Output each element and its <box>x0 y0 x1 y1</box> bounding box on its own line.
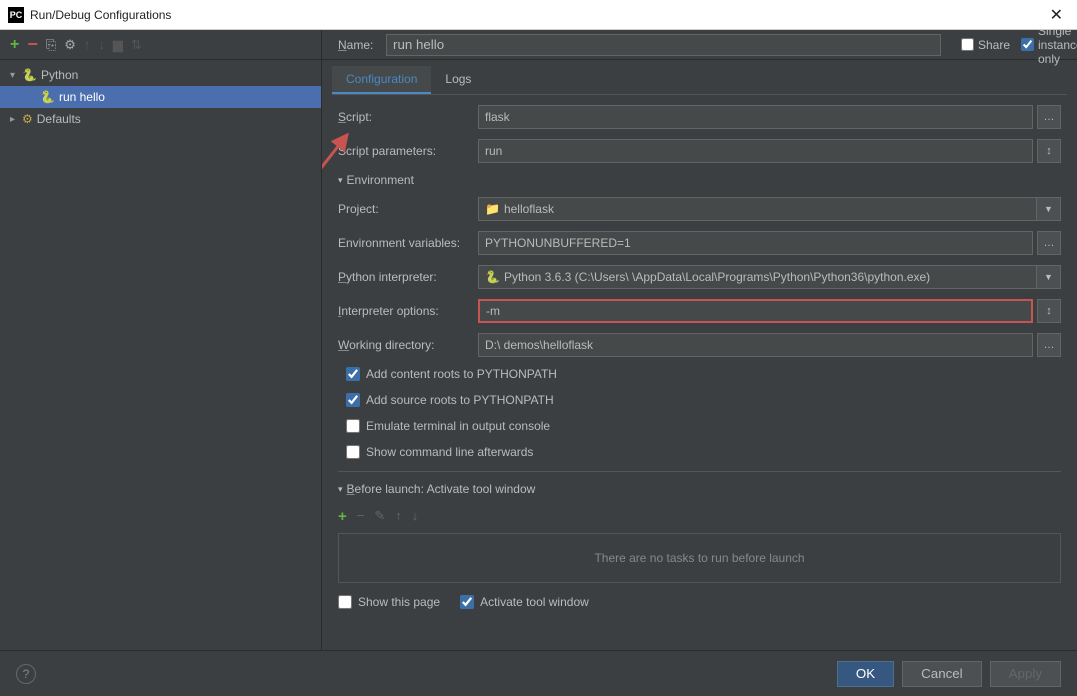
tree-node-defaults[interactable]: ▸ ⚙ Defaults <box>0 108 321 130</box>
copy-config-icon[interactable]: ⎘ <box>46 37 56 53</box>
folder-icon: 📁 <box>485 202 500 216</box>
tab-logs[interactable]: Logs <box>431 66 485 94</box>
environment-section-header[interactable]: ▾ Environment <box>338 173 1061 187</box>
interpreter-select[interactable]: 🐍Python 3.6.3 (C:\Users\ \AppData\Local\… <box>478 265 1037 289</box>
window-titlebar: PC Run/Debug Configurations ✕ <box>0 0 1077 30</box>
remove-task-button[interactable]: − <box>357 508 365 525</box>
browse-workdir-button[interactable]: … <box>1037 333 1061 357</box>
workdir-input[interactable]: D:\ demos\helloflask <box>478 333 1033 357</box>
close-icon[interactable]: ✕ <box>1044 5 1069 25</box>
script-label: Script: <box>338 110 478 124</box>
settings-icon[interactable]: ⚙︎ <box>64 37 76 53</box>
python-icon: 🐍 <box>485 270 500 284</box>
add-source-roots-checkbox[interactable] <box>346 393 360 407</box>
browse-script-button[interactable]: … <box>1037 105 1061 129</box>
python-icon: 🐍 <box>40 90 55 104</box>
interpreter-dropdown-icon[interactable]: ▼ <box>1037 265 1061 289</box>
chevron-down-icon: ▾ <box>338 484 343 495</box>
tab-configuration[interactable]: Configuration <box>332 66 431 94</box>
interpreter-label: Python interpreter: <box>338 270 478 284</box>
show-this-page-label: Show this page <box>358 595 440 609</box>
move-down-icon[interactable]: ↓ <box>98 37 105 52</box>
show-cmd-checkbox[interactable] <box>346 445 360 459</box>
move-up-icon[interactable]: ↑ <box>84 37 91 52</box>
tree-label: Defaults <box>37 112 81 126</box>
show-cmd-label: Show command line afterwards <box>366 445 533 459</box>
share-checkbox[interactable]: Share <box>961 38 1001 52</box>
project-select[interactable]: 📁helloflask <box>478 197 1037 221</box>
task-down-button[interactable]: ↓ <box>412 508 419 525</box>
project-dropdown-icon[interactable]: ▼ <box>1037 197 1061 221</box>
add-task-button[interactable]: + <box>338 508 347 525</box>
before-launch-tasks-list: There are no tasks to run before launch <box>338 533 1061 583</box>
task-up-button[interactable]: ↑ <box>395 508 402 525</box>
tree-node-run-hello[interactable]: 🐍 run hello <box>0 86 321 108</box>
script-params-input[interactable]: run <box>478 139 1033 163</box>
activate-tool-window-checkbox[interactable] <box>460 595 474 609</box>
sort-icon[interactable]: ⇅ <box>131 37 142 53</box>
expand-params-button[interactable]: ↕ <box>1037 139 1061 163</box>
wrench-icon: ⚙ <box>22 112 33 126</box>
add-source-roots-label: Add source roots to PYTHONPATH <box>366 393 554 407</box>
add-config-button[interactable]: + <box>10 36 19 54</box>
chevron-down-icon: ▾ <box>338 175 343 186</box>
interp-options-input[interactable]: -m <box>478 299 1033 323</box>
add-content-roots-label: Add content roots to PYTHONPATH <box>366 367 557 381</box>
interp-options-label: Interpreter options: <box>338 304 478 318</box>
add-content-roots-checkbox[interactable] <box>346 367 360 381</box>
empty-tasks-label: There are no tasks to run before launch <box>594 551 804 565</box>
edit-task-button[interactable]: ✎ <box>374 508 385 525</box>
show-this-page-checkbox[interactable] <box>338 595 352 609</box>
emulate-terminal-label: Emulate terminal in output console <box>366 419 550 433</box>
expand-interp-options-button[interactable]: ↕ <box>1037 299 1061 323</box>
script-params-label: Script parameters: <box>338 144 478 158</box>
tree-node-python[interactable]: ▾ 🐍 Python <box>0 64 321 86</box>
folder-icon[interactable]: ▆ <box>113 37 123 53</box>
help-button[interactable]: ? <box>16 664 36 684</box>
pycharm-icon: PC <box>8 7 24 23</box>
config-tree: ▾ 🐍 Python 🐍 run hello ▸ ⚙ Defaults <box>0 60 321 650</box>
window-title: Run/Debug Configurations <box>30 8 1044 22</box>
activate-tool-window-label: Activate tool window <box>480 595 589 609</box>
tree-toolbar: + − ⎘ ⚙︎ ↑ ↓ ▆ ⇅ <box>0 30 321 60</box>
tree-label: run hello <box>59 90 105 104</box>
ok-button[interactable]: OK <box>837 661 894 687</box>
script-input[interactable]: flask <box>478 105 1033 129</box>
remove-config-button[interactable]: − <box>27 34 38 55</box>
before-launch-header[interactable]: ▾ Before launch: Activate tool window <box>338 482 1061 496</box>
tree-label: Python <box>41 68 78 82</box>
chevron-right-icon: ▸ <box>10 114 22 125</box>
workdir-label: Working directory: <box>338 338 478 352</box>
config-name-input[interactable] <box>386 34 941 56</box>
chevron-down-icon: ▾ <box>10 70 22 81</box>
emulate-terminal-checkbox[interactable] <box>346 419 360 433</box>
single-instance-checkbox[interactable]: Single instance only <box>1021 30 1061 66</box>
cancel-button[interactable]: Cancel <box>902 661 982 687</box>
edit-envvars-button[interactable]: … <box>1037 231 1061 255</box>
apply-button[interactable]: Apply <box>990 661 1061 687</box>
name-label: Name: <box>338 38 378 52</box>
envvars-input[interactable]: PYTHONUNBUFFERED=1 <box>478 231 1033 255</box>
python-icon: 🐍 <box>22 68 37 82</box>
envvars-label: Environment variables: <box>338 236 478 250</box>
project-label: Project: <box>338 202 478 216</box>
configurations-tree-panel: + − ⎘ ⚙︎ ↑ ↓ ▆ ⇅ ▾ 🐍 Python 🐍 run hello … <box>0 30 322 650</box>
